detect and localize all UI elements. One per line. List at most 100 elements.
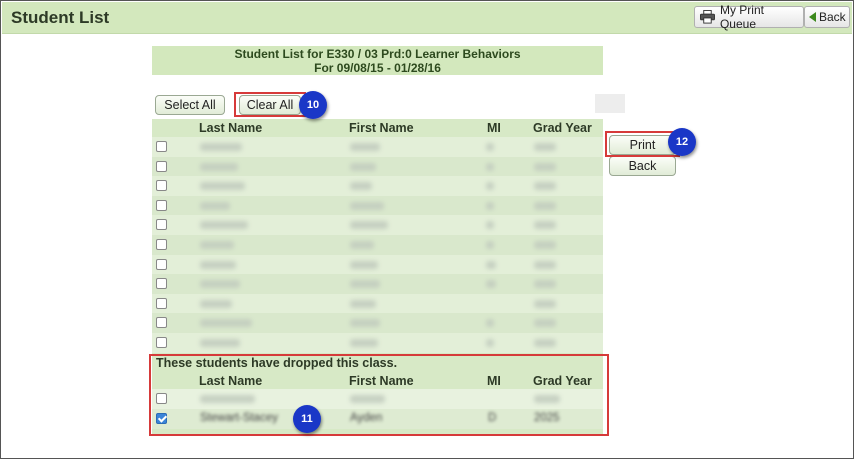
dropped-row [152, 389, 603, 409]
table-row [152, 215, 603, 237]
redacted-text [200, 339, 240, 347]
col-last-name: Last Name [199, 121, 263, 135]
redacted-text [534, 182, 556, 191]
redacted-text [200, 299, 232, 308]
redacted-text [350, 299, 376, 308]
redacted-text [350, 319, 380, 328]
table-row [152, 333, 603, 354]
dropped-row-checkbox-checked[interactable] [156, 413, 167, 424]
redacted-text [486, 182, 494, 191]
table-row [152, 156, 603, 178]
dropped-first-name: Ayden [350, 412, 383, 424]
report-header: Student List for E330 / 03 Prd:0 Learner… [152, 46, 603, 75]
redacted-text [350, 260, 378, 269]
placeholder-box [595, 94, 625, 113]
redacted-text [486, 162, 494, 171]
print-queue-label: My Print Queue [719, 3, 764, 31]
dropped-col-mi: MI [487, 374, 501, 388]
print-button[interactable]: Print [609, 135, 676, 155]
row-checkbox[interactable] [156, 337, 167, 348]
clear-all-button[interactable]: Clear All [239, 95, 301, 115]
dropped-last-name: Stewart-Stacey [200, 412, 278, 424]
row-checkbox[interactable] [156, 180, 167, 192]
redacted-text [486, 201, 494, 210]
redacted-text [350, 241, 374, 249]
my-print-queue-button[interactable]: My Print Queue [694, 3, 804, 31]
table-row [152, 274, 603, 296]
dropped-mi: D [488, 412, 497, 424]
row-checkbox[interactable] [156, 278, 167, 290]
redacted-text [200, 143, 242, 151]
redacted-text [534, 299, 556, 308]
redacted-text [350, 395, 385, 403]
row-checkbox[interactable] [156, 199, 167, 211]
row-checkbox[interactable] [156, 317, 167, 329]
page-title: Student List [11, 8, 110, 27]
table-row [152, 195, 603, 217]
report-title: Student List for E330 / 03 Prd:0 Learner… [234, 47, 521, 61]
redacted-text [486, 221, 494, 230]
redacted-text [350, 221, 388, 230]
row-checkbox[interactable] [156, 219, 167, 231]
redacted-text [200, 260, 236, 269]
redacted-text [534, 201, 556, 210]
redacted-text [486, 143, 494, 151]
back-arrow-icon [809, 12, 816, 22]
table-row [152, 176, 603, 198]
redacted-text [486, 241, 494, 249]
redacted-text [200, 280, 240, 289]
printer-icon [700, 10, 715, 24]
col-mi: MI [487, 121, 501, 135]
redacted-text [200, 201, 230, 210]
redacted-text [534, 162, 556, 171]
redacted-text [486, 339, 494, 347]
table-row [152, 235, 603, 256]
dropped-row: Stewart-Stacey Ayden D 2025 [152, 409, 603, 429]
callout-badge-11: 11 [293, 405, 321, 433]
row-checkbox[interactable] [156, 141, 167, 152]
redacted-text [350, 201, 384, 210]
table-row [152, 137, 603, 158]
redacted-text [200, 395, 255, 403]
callout-badge-12: 12 [668, 128, 696, 156]
redacted-text [350, 143, 380, 151]
redacted-text [534, 319, 556, 328]
table-row [152, 254, 603, 276]
row-checkbox[interactable] [156, 239, 167, 250]
redacted-text [534, 339, 556, 347]
row-checkbox[interactable] [156, 258, 167, 270]
dropped-caption: These students have dropped this class. [156, 356, 398, 370]
dropped-section: These students have dropped this class. … [152, 353, 603, 434]
redacted-text [350, 339, 378, 347]
table-row [152, 293, 603, 315]
row-checkbox[interactable] [156, 297, 167, 309]
dropped-col-grad-year: Grad Year [533, 374, 592, 388]
redacted-text [534, 241, 556, 249]
dropped-grad-year: 2025 [534, 412, 560, 424]
redacted-text [534, 143, 556, 151]
header-back-button[interactable]: Back [804, 6, 850, 28]
page-header: Student List My Print Queue Back [2, 2, 852, 34]
redacted-text [200, 162, 238, 171]
app-frame: Student List My Print Queue Back Student… [0, 0, 854, 459]
redacted-text [350, 162, 376, 171]
dropped-row-checkbox[interactable] [156, 393, 167, 404]
report-date-range: For 09/08/15 - 01/28/16 [314, 61, 441, 75]
redacted-text [534, 280, 556, 289]
redacted-text [200, 241, 234, 249]
col-first-name: First Name [349, 121, 414, 135]
redacted-text [534, 221, 556, 230]
dropped-col-first-name: First Name [349, 374, 414, 388]
row-checkbox[interactable] [156, 160, 167, 172]
back-button[interactable]: Back [609, 156, 676, 176]
redacted-text [200, 182, 245, 191]
redacted-text [200, 319, 252, 328]
callout-badge-10: 10 [299, 91, 327, 119]
table-row [152, 313, 603, 335]
header-back-label: Back [819, 10, 846, 24]
redacted-text [486, 319, 494, 328]
redacted-text [534, 260, 556, 269]
student-table: Last Name First Name MI Grad Year [152, 119, 603, 354]
redacted-text [350, 280, 380, 289]
select-all-button[interactable]: Select All [155, 95, 225, 115]
